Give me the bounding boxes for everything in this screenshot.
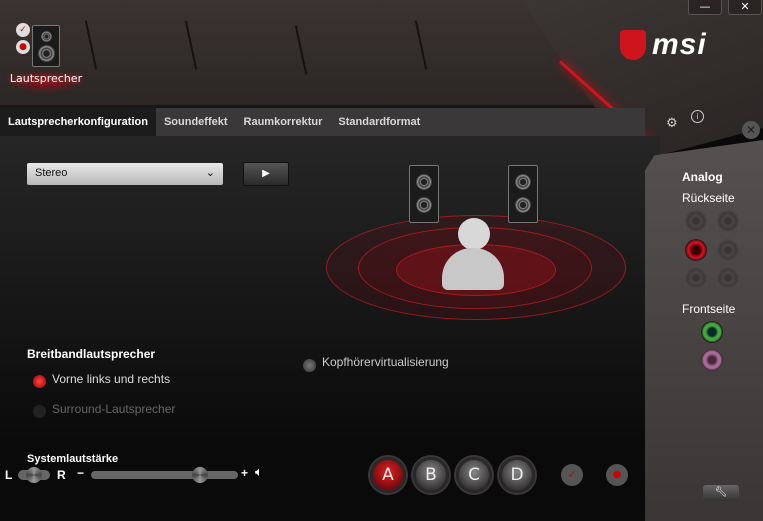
volume-slider[interactable] (91, 467, 238, 483)
wrench-settings-button[interactable]: 🔧︎ (703, 485, 739, 501)
tab-default-format[interactable]: Standardformat (330, 108, 428, 136)
front-jack-green[interactable] (701, 321, 723, 343)
balance-thumb[interactable] (26, 467, 42, 483)
check-icon[interactable]: ✓ (561, 464, 583, 486)
headphone-virtualization-toggle[interactable] (303, 359, 316, 372)
volume-title: Systemlautstärke (27, 453, 119, 465)
msi-dragon-icon (620, 30, 646, 60)
rear-jack[interactable] (685, 267, 707, 289)
balance-right-label: R (57, 468, 66, 482)
device-label[interactable]: Lautsprecher (6, 72, 86, 85)
select-value: Stereo (35, 167, 68, 179)
settings-gear-icon[interactable]: ⚙ (666, 116, 678, 131)
front-jack-pink[interactable] (701, 349, 723, 371)
close-button[interactable]: ✕ (728, 0, 762, 15)
speaker-config-select[interactable]: Stereo ⌄ (27, 163, 223, 185)
fullrange-title: Breitbandlautsprecher (27, 347, 156, 361)
radio-surround[interactable] (33, 405, 46, 418)
rear-jack-active[interactable] (685, 239, 707, 261)
device-speaker-icon[interactable] (32, 25, 60, 67)
speaker-volume-icon[interactable]: 🔈︎ (255, 465, 263, 480)
play-test-button[interactable]: ▶ (243, 162, 289, 186)
front-label: Frontseite (682, 302, 736, 316)
rear-jack[interactable] (717, 239, 739, 261)
front-left-speaker[interactable] (409, 165, 439, 223)
mic-icon[interactable]: ● (606, 464, 628, 486)
analog-title: Analog (682, 170, 723, 184)
check-icon[interactable]: ✓ (16, 23, 30, 37)
rear-jack[interactable] (717, 267, 739, 289)
radio-surround-label: Surround-Lautsprecher (52, 402, 176, 416)
rear-label: Rückseite (682, 191, 735, 205)
preset-c-button[interactable]: C (456, 457, 492, 493)
radio-front-lr-label: Vorne links und rechts (52, 372, 171, 386)
preset-b-button[interactable]: B (413, 457, 449, 493)
msi-logo: msi (652, 28, 707, 61)
rear-jack[interactable] (685, 210, 707, 232)
preset-a-button[interactable]: A (370, 457, 406, 493)
mic-icon[interactable]: ● (16, 40, 30, 54)
listener-icon (442, 218, 504, 290)
tab-bar: Lautsprecherkonfiguration Soundeffekt Ra… (0, 108, 645, 136)
headphone-virtualization-label: Kopfhörervirtualisierung (322, 355, 449, 369)
tab-sound-effect[interactable]: Soundeffekt (156, 108, 236, 136)
front-right-speaker[interactable] (508, 165, 538, 223)
chevron-down-icon: ⌄ (205, 167, 215, 179)
rear-jack[interactable] (717, 210, 739, 232)
balance-left-label: L (5, 468, 13, 482)
volume-minus[interactable]: − (77, 466, 84, 480)
minimize-button[interactable]: — (688, 0, 722, 15)
fan-icon[interactable]: ✕ (742, 121, 760, 139)
volume-thumb[interactable] (191, 467, 208, 483)
balance-slider[interactable] (18, 467, 50, 483)
volume-plus[interactable]: + (241, 466, 248, 480)
tab-room-correction[interactable]: Raumkorrektur (236, 108, 331, 136)
info-icon[interactable]: i (691, 110, 704, 123)
radio-front-lr[interactable] (33, 375, 46, 388)
tab-speaker-config[interactable]: Lautsprecherkonfiguration (0, 108, 156, 136)
preset-d-button[interactable]: D (499, 457, 535, 493)
